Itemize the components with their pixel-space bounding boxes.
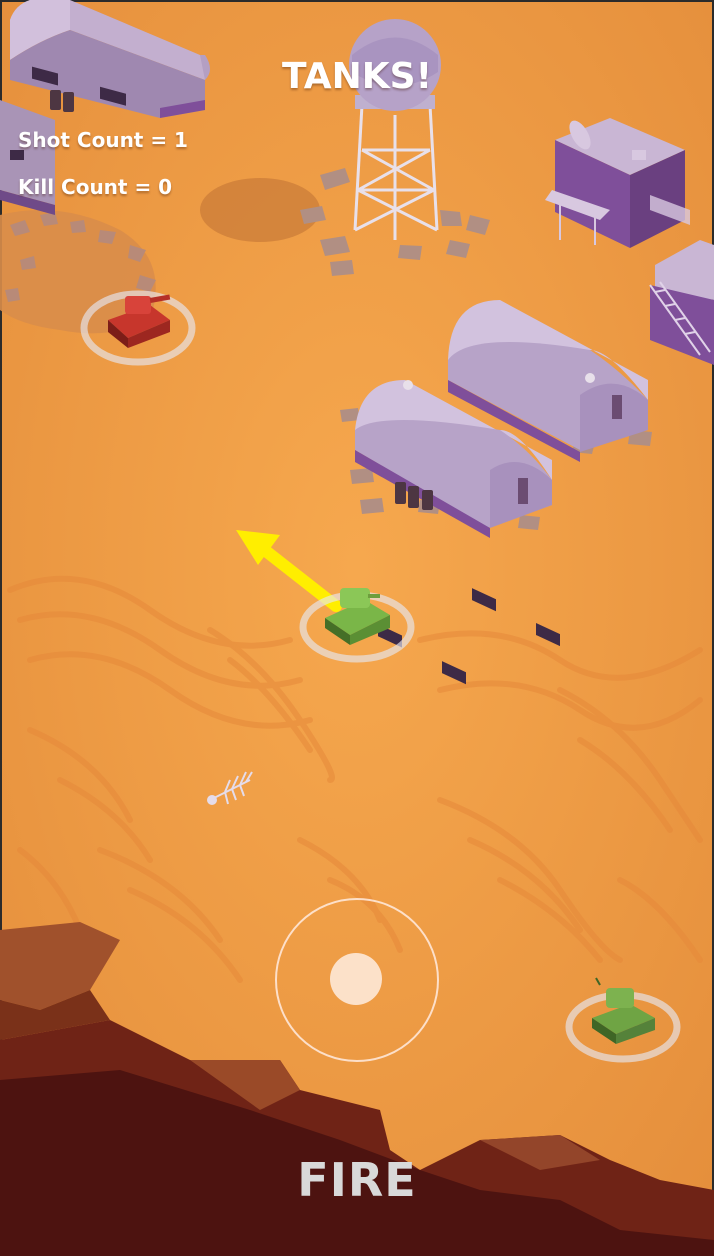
joystick-knob[interactable] [330, 953, 382, 1005]
game-viewport[interactable]: TANKS! Shot Count = 1 Kill Count = 0 FIR… [0, 0, 714, 1256]
kill-count-label: Kill Count = 0 [18, 175, 173, 199]
shot-count-label: Shot Count = 1 [18, 128, 188, 152]
fire-button[interactable]: FIRE [257, 1148, 457, 1212]
game-title: TANKS! [282, 56, 432, 97]
virtual-joystick[interactable] [275, 898, 439, 1062]
